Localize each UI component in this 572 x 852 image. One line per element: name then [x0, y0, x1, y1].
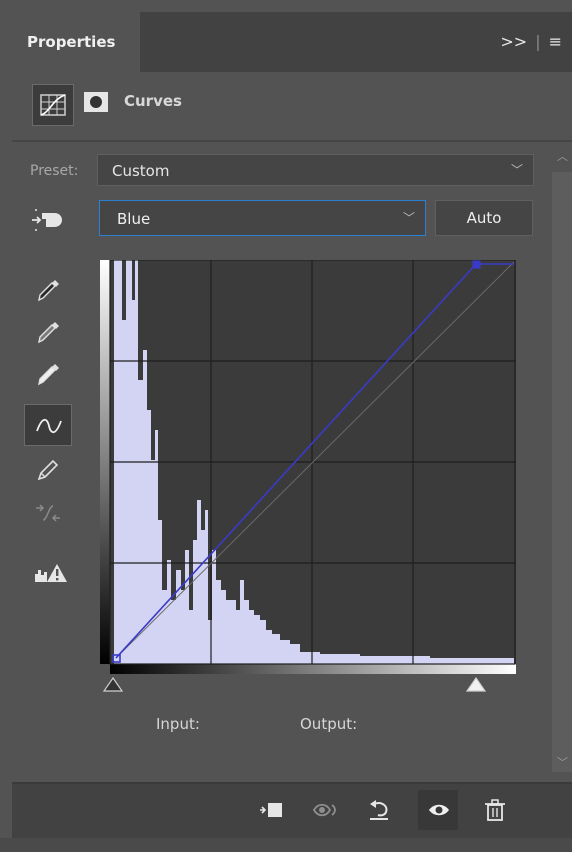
- black-point-slider[interactable]: [102, 676, 124, 694]
- delete-trash-icon[interactable]: [474, 790, 514, 830]
- curves-grid-icon[interactable]: [32, 84, 74, 126]
- curve-point-white: [472, 260, 481, 269]
- on-image-adjustment-icon[interactable]: [28, 205, 68, 235]
- preset-value: Custom: [112, 162, 170, 180]
- preset-dropdown[interactable]: Custom ﹀: [97, 154, 534, 186]
- layer-mask-icon[interactable]: [80, 88, 112, 116]
- output-label: Output:: [300, 715, 358, 733]
- expand-panel-icon[interactable]: >>: [500, 32, 527, 51]
- visibility-eye-icon[interactable]: [418, 790, 458, 830]
- reset-icon[interactable]: [358, 790, 398, 830]
- sample-black-point-icon[interactable]: [24, 268, 72, 310]
- panel-footer: [12, 782, 572, 838]
- chevron-down-icon: ﹀: [402, 211, 415, 225]
- divider: [12, 140, 572, 142]
- input-label: Input:: [156, 715, 200, 733]
- white-point-slider[interactable]: [465, 676, 487, 694]
- channel-value: Blue: [117, 210, 151, 228]
- hamburger-menu-icon[interactable]: ≡: [549, 32, 562, 51]
- clipping-warning-icon[interactable]: [24, 552, 72, 594]
- tab-properties[interactable]: Properties: [12, 12, 140, 72]
- preset-label: Preset:: [30, 163, 79, 179]
- properties-panel: Properties >> | ≡ Curves Preset: Custom …: [0, 0, 572, 852]
- adjustment-type-row: Curves: [12, 72, 572, 138]
- auto-button[interactable]: Auto: [435, 200, 533, 236]
- tab-divider: |: [535, 32, 541, 51]
- chevron-down-icon: ﹀: [510, 163, 523, 177]
- sample-white-point-icon[interactable]: [24, 352, 72, 394]
- view-previous-state-icon[interactable]: [304, 790, 344, 830]
- draw-pencil-icon[interactable]: [24, 448, 72, 490]
- channel-dropdown[interactable]: Blue ﹀: [99, 200, 426, 236]
- panel-resize-grip[interactable]: [0, 838, 572, 852]
- curves-graph[interactable]: [100, 260, 516, 676]
- panel-tab-tools: >> | ≡: [492, 12, 562, 72]
- clip-to-layer-icon[interactable]: [250, 790, 290, 830]
- scroll-down-icon[interactable]: ﹀: [557, 754, 568, 770]
- sample-gray-point-icon[interactable]: [24, 310, 72, 352]
- scroll-up-icon[interactable]: ︿: [557, 148, 568, 164]
- edit-points-curve-icon[interactable]: [24, 404, 72, 446]
- scroll-thumb[interactable]: [552, 172, 572, 772]
- panel-scrollbar[interactable]: ︿ ﹀: [552, 142, 572, 772]
- adjustment-title: Curves: [124, 92, 182, 110]
- panel-tab-bar: Properties >> | ≡: [12, 12, 572, 72]
- smooth-curve-icon: [24, 492, 72, 534]
